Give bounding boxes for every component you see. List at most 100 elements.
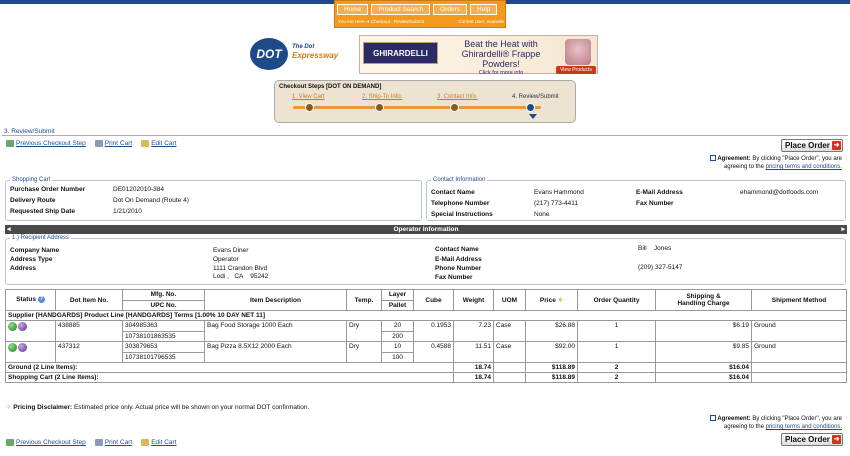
place-order-button-top[interactable]: Place Order ➜	[781, 139, 843, 152]
dot-item-no: 437312	[55, 341, 123, 363]
nav-help[interactable]: Help	[470, 4, 498, 15]
step-dot-3	[450, 103, 459, 112]
item-pallet: 200	[382, 331, 413, 340]
pricing-terms-link[interactable]: pricing terms and conditions.	[766, 164, 842, 170]
place-order-label: Place Order	[785, 141, 830, 150]
col-order-qty: Order Quantity	[577, 289, 656, 311]
edit-cart-label: Edit Cart	[151, 140, 177, 147]
step-dot-2	[375, 103, 384, 112]
ground-total-qty: 2	[577, 362, 656, 373]
status-icons[interactable]	[8, 322, 27, 331]
step-contact-info[interactable]: 3. Contact Info.	[437, 94, 478, 100]
step-review-submit: 4. Review/Submit	[512, 94, 559, 100]
mfg-no: 304985363	[125, 322, 158, 329]
item-layer: 10	[393, 343, 402, 350]
cart-total-weight: 18.74	[453, 372, 494, 383]
contact-fax-label: Fax Number	[636, 200, 674, 207]
ground-total-weight: 18.74	[453, 362, 494, 373]
print-cart-link[interactable]: Print Cart	[94, 439, 132, 446]
telephone-label: Telephone Number	[431, 200, 490, 207]
col-temp: Temp.	[346, 289, 382, 311]
edit-cart-link[interactable]: Edit Cart	[141, 140, 176, 147]
status-icons[interactable]	[8, 343, 27, 352]
expand-icon[interactable]: ▸	[841, 225, 845, 234]
special-instructions-value: None	[534, 211, 550, 218]
pencil-icon	[141, 439, 150, 446]
step-view-cart[interactable]: 1. View Cart	[292, 94, 325, 100]
contact-name-label: Contact Name	[431, 189, 475, 196]
item-description: Bag Food Storage 1000 Each	[204, 320, 347, 342]
ground-total-row: Ground (2 Line Items): 18.74 $118.89 2 $…	[5, 362, 847, 373]
item-cube: 0.1953	[413, 320, 454, 342]
nav-product-search[interactable]: Product Search	[371, 4, 431, 15]
panel-label: 3. Review/Submit	[4, 128, 55, 135]
price-info-icon[interactable]: ✧	[558, 297, 563, 304]
supplier-group-row: Supplier [HANDGARDS] Product Line [HANDG…	[5, 310, 847, 321]
item-price: $92.00	[525, 341, 578, 363]
col-shipping-line1: Shipping &	[686, 293, 721, 300]
place-order-label: Place Order	[785, 435, 830, 444]
dot-logo[interactable]: DOT The Dot Expressway	[250, 38, 355, 70]
col-uom: UOM	[493, 289, 526, 311]
item-shipping: $9.85	[655, 341, 752, 363]
table-row: 437312 303879653 10738101796535 Bag Pizz…	[5, 341, 847, 363]
logo-line2: Expressway	[292, 51, 339, 60]
cart-total-shipping: $16.04	[655, 372, 752, 383]
previous-step-link[interactable]: Previous Checkout Step	[6, 439, 86, 446]
item-order-qty: 1	[577, 320, 656, 342]
contact-info-legend: Contact Information	[433, 177, 486, 183]
col-layer-pallet: Layer Pallet	[381, 289, 414, 311]
col-weight: Weight	[453, 289, 494, 311]
help-icon[interactable]: ?	[37, 296, 45, 304]
place-order-button-bottom[interactable]: Place Order ➜	[781, 433, 843, 446]
agreement-bottom: Agreement: By clicking "Place Order", yo…	[702, 415, 842, 431]
frappe-cup-image	[565, 39, 591, 65]
telephone-value: (217) 773-4411	[534, 200, 578, 207]
previous-step-link[interactable]: Previous Checkout Step	[6, 140, 86, 147]
nav-orders[interactable]: Orders	[433, 4, 468, 15]
col-shipment-method: Shipment Method	[751, 289, 847, 311]
agreement-checkbox-top[interactable]	[710, 155, 717, 162]
edit-cart-label: Edit Cart	[151, 439, 177, 446]
item-uom: Case	[493, 341, 526, 363]
delivery-route-value: Dot On Demand (Route 4)	[113, 197, 189, 204]
print-cart-label: Print Cart	[104, 140, 133, 147]
contact-name-value: Evans Hammond	[534, 189, 584, 196]
item-order-qty: 1	[577, 341, 656, 363]
col-layer: Layer	[388, 291, 407, 298]
nav-home[interactable]: Home	[337, 4, 369, 15]
recipient-address-legend: 1.) Recipient Address	[12, 235, 70, 241]
address-line2: Lodi , CA 95242	[213, 273, 269, 280]
printer-icon	[94, 140, 103, 147]
recipient-phone-label: Phone Number	[435, 265, 482, 272]
mfg-no: 303879653	[125, 343, 158, 350]
step-ship-to[interactable]: 2. Ship-To Info.	[362, 94, 402, 100]
edit-cart-link[interactable]: Edit Cart	[141, 439, 176, 446]
collapse-icon[interactable]: ◂	[7, 225, 11, 234]
operator-info-bar[interactable]: ◂ Operator Information ▸	[5, 225, 847, 234]
col-status: Status ?	[5, 289, 56, 311]
item-uom: Case	[493, 320, 526, 342]
promo-banner[interactable]: GHIRARDELLI Beat the Heat with Ghirardel…	[359, 35, 598, 76]
recipient-contact-label: Contact Name	[435, 246, 479, 253]
agreement-checkbox-bottom[interactable]	[710, 415, 717, 422]
item-weight: 7.23	[453, 320, 494, 342]
you-are-here: You Are Here ➜ Checkout - Review/Submit	[338, 19, 424, 24]
view-products-button[interactable]: View Products	[556, 66, 596, 74]
item-shipping: $6.19	[655, 320, 752, 342]
bottom-action-links: Previous Checkout Step Print Cart Edit C…	[6, 439, 176, 446]
col-cube: Cube	[413, 289, 454, 311]
item-temp: Dry	[346, 320, 382, 342]
previous-step-label: Previous Checkout Step	[16, 439, 86, 446]
item-description: Bag Pizza 8.5X12 2000 Each	[204, 341, 347, 363]
pricing-disclaimer: ✧ Pricing Disclaimer: Estimated price on…	[6, 403, 309, 411]
banner-line1: Beat the Heat with	[464, 39, 538, 49]
checkout-steps: Checkout Steps [DOT ON DEMAND] 1. View C…	[274, 80, 576, 123]
pencil-icon	[141, 140, 150, 147]
pricing-terms-link[interactable]: pricing terms and conditions.	[766, 424, 842, 430]
print-cart-link[interactable]: Print Cart	[94, 140, 133, 147]
agreement-top: Agreement: By clicking "Place Order", yo…	[702, 155, 842, 171]
banner-line2: Ghirardelli® Frappe Powders!	[461, 49, 541, 69]
upc-no: 10738101863535	[123, 331, 204, 340]
shopping-cart-legend: Shopping Cart	[12, 177, 51, 183]
